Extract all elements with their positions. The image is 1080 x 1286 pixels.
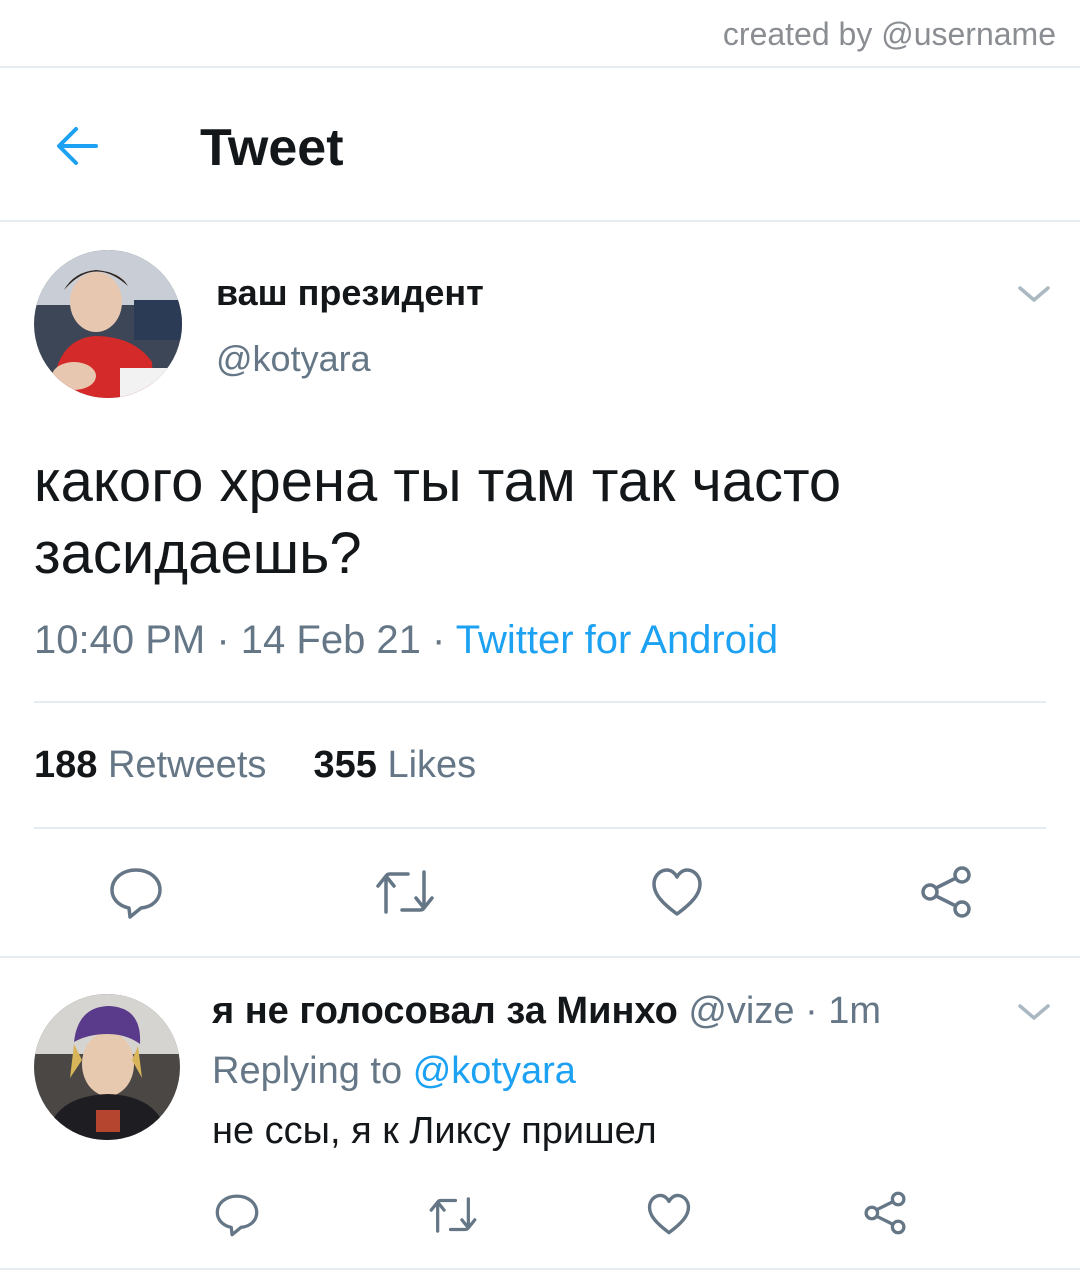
retweets-label[interactable]: Retweets (108, 744, 266, 786)
like-icon[interactable] (646, 1192, 692, 1241)
stats-top-divider (34, 701, 1046, 703)
chevron-down-icon[interactable] (1016, 1000, 1052, 1024)
author-name[interactable]: ваш президент (216, 272, 484, 314)
stats-bottom-divider (34, 827, 1046, 829)
replying-to-mention[interactable]: @kotyara (413, 1050, 576, 1092)
meta-separator: · (432, 618, 456, 662)
tweet-source-link[interactable]: Twitter for Android (456, 618, 778, 662)
reply-author-handle[interactable]: @vize (688, 990, 794, 1032)
reply-icon[interactable] (108, 866, 164, 925)
likes-label[interactable]: Likes (387, 744, 476, 786)
like-icon[interactable] (650, 866, 704, 923)
tweet-date: 14 Feb 21 (240, 618, 421, 662)
meta-separator: · (216, 618, 241, 662)
header-divider (0, 220, 1080, 222)
reply-text: не ссы, я к Ликсу пришел (212, 1110, 657, 1152)
back-arrow-icon[interactable] (48, 122, 108, 170)
reply-header: я не голосовал за Минхо @vize · 1m (212, 990, 881, 1033)
reply-author-name[interactable]: я не голосовал за Минхо (212, 990, 678, 1032)
app-header: Tweet (0, 68, 1080, 220)
tweet-stats: 188 Retweets 355 Likes (34, 744, 476, 787)
reply-author-avatar[interactable] (34, 994, 180, 1140)
author-handle[interactable]: @kotyara (216, 338, 371, 380)
share-icon[interactable] (862, 1190, 908, 1241)
reply-icon[interactable] (214, 1192, 260, 1243)
reply-divider (0, 956, 1080, 958)
tweet-time: 10:40 PM (34, 618, 206, 662)
chevron-down-icon[interactable] (1016, 282, 1052, 306)
tweet-text: какого хрена ты там так часто засидаешь? (34, 449, 842, 586)
bottom-divider (0, 1268, 1080, 1270)
retweet-icon[interactable] (426, 1194, 480, 1241)
page-title: Tweet (200, 119, 344, 177)
likes-count[interactable]: 355 (314, 744, 377, 786)
tweet-meta: 10:40 PM · 14 Feb 21 · Twitter for Andro… (34, 618, 778, 663)
replying-prefix: Replying to (212, 1050, 403, 1092)
retweets-count[interactable]: 188 (34, 744, 97, 786)
retweet-icon[interactable] (372, 866, 438, 923)
share-icon[interactable] (918, 864, 974, 925)
watermark: created by @username (722, 16, 1056, 52)
author-avatar[interactable] (34, 250, 182, 398)
replying-to-line: Replying to @kotyara (212, 1050, 576, 1093)
reply-time: 1m (828, 990, 882, 1032)
meta-separator: · (805, 990, 829, 1032)
